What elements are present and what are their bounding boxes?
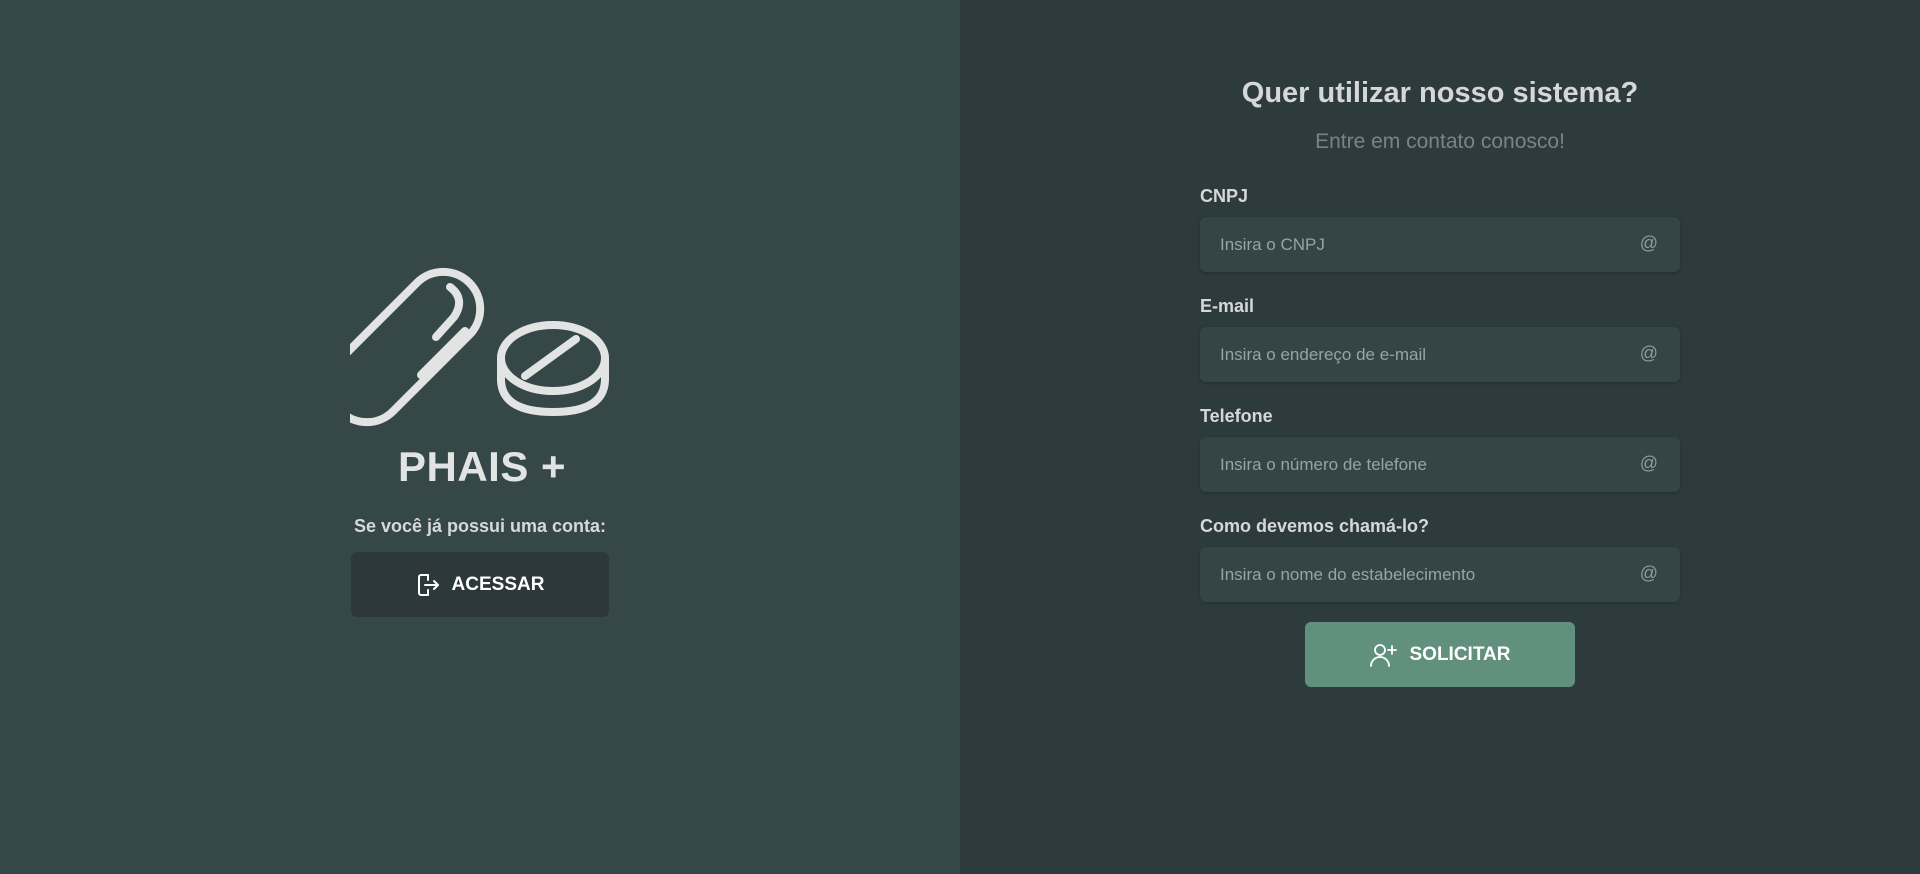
request-button[interactable]: SOLICITAR (1305, 622, 1575, 687)
at-icon: @ (1639, 563, 1658, 583)
at-icon: @ (1639, 233, 1658, 253)
at-icon: @ (1639, 343, 1658, 363)
form-title: Quer utilizar nosso sistema? (1241, 77, 1639, 109)
brand-block: PHAIS + (350, 255, 610, 491)
phone-field: @ (1200, 437, 1680, 492)
email-label: E-mail (1200, 296, 1255, 316)
name-field: @ (1200, 547, 1680, 602)
phone-input[interactable] (1200, 437, 1680, 492)
contact-panel: Quer utilizar nosso sistema? Entre em co… (960, 0, 1920, 874)
phone-label: Telefone (1200, 406, 1273, 426)
form-subtitle: Entre em contato conosco! (1315, 130, 1565, 153)
cnpj-field: @ (1200, 217, 1680, 272)
name-input[interactable] (1200, 547, 1680, 602)
email-input[interactable] (1200, 327, 1680, 382)
request-button-label: SOLICITAR (1409, 643, 1511, 665)
pills-icon (350, 267, 609, 427)
page: PHAIS + Se você já possui uma conta: ACE… (0, 0, 1920, 874)
login-prompt: Se você já possui uma conta: (353, 516, 607, 536)
sign-in-icon (417, 573, 439, 596)
name-label: Como devemos chamá-lo? (1200, 516, 1430, 536)
brand-panel: PHAIS + Se você já possui uma conta: ACE… (0, 0, 960, 874)
access-button[interactable]: ACESSAR (351, 552, 609, 617)
at-icon: @ (1639, 453, 1658, 473)
brand-name: PHAIS + (397, 443, 567, 490)
user-plus-icon (1369, 643, 1397, 667)
email-field: @ (1200, 327, 1680, 382)
cnpj-label: CNPJ (1200, 186, 1249, 206)
access-button-label: ACESSAR (451, 573, 545, 595)
cnpj-input[interactable] (1200, 217, 1680, 272)
